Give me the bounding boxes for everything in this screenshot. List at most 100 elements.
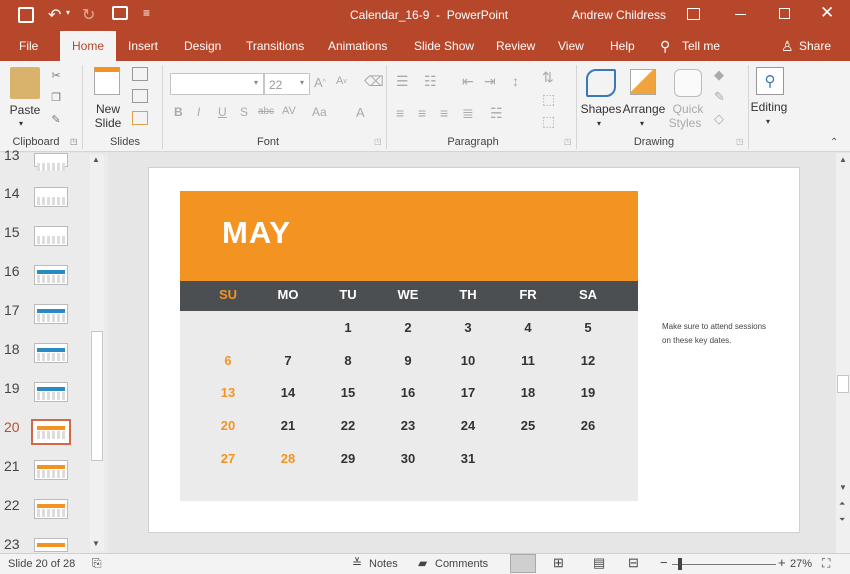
- shapes-label[interactable]: Shapes: [580, 102, 622, 116]
- underline-icon[interactable]: U: [218, 105, 227, 119]
- bullets-icon[interactable]: ☰: [396, 73, 409, 90]
- scroll-down-icon[interactable]: ▼: [92, 539, 100, 548]
- customize-toolbar-icon[interactable]: ≡: [143, 6, 150, 20]
- align-center-icon[interactable]: ≡: [418, 105, 426, 121]
- zoom-in-icon[interactable]: +: [778, 555, 786, 570]
- zoom-slider-thumb[interactable]: [678, 558, 682, 570]
- tab-file[interactable]: File: [19, 31, 38, 61]
- editing-label[interactable]: Editing: [748, 100, 790, 114]
- quick-styles-icon[interactable]: [674, 69, 702, 97]
- slide-thumbnail[interactable]: [34, 153, 68, 171]
- undo-dropdown-icon[interactable]: ▾: [66, 8, 70, 17]
- minimize-button[interactable]: [735, 14, 746, 15]
- shapes-icon[interactable]: [586, 69, 616, 97]
- slide-thumbnail[interactable]: [34, 265, 68, 285]
- calendar-note[interactable]: Make sure to attend sessions on these ke…: [662, 320, 782, 348]
- tab-transitions[interactable]: Transitions: [246, 31, 304, 61]
- justify-icon[interactable]: ≣: [462, 105, 474, 122]
- scroll-thumb[interactable]: [91, 331, 103, 461]
- editing-dropdown-icon[interactable]: ▾: [766, 115, 770, 129]
- slideshow-icon[interactable]: ⊟: [628, 555, 639, 571]
- comments-icon[interactable]: ▰: [418, 556, 427, 570]
- thumbnail-scrollbar[interactable]: ▲ ▼: [90, 155, 104, 551]
- presentation-icon[interactable]: [112, 6, 128, 20]
- decrease-indent-icon[interactable]: ⇤: [462, 73, 474, 90]
- tell-me-box[interactable]: Tell me: [682, 31, 720, 61]
- font-name-dropdown-icon[interactable]: ▾: [254, 78, 258, 87]
- tab-design[interactable]: Design: [184, 31, 221, 61]
- quick-styles-label-1[interactable]: Quick: [670, 102, 706, 116]
- zoom-slider-track[interactable]: [672, 564, 776, 565]
- font-size-dropdown-icon[interactable]: ▾: [300, 78, 304, 87]
- zoom-out-icon[interactable]: −: [660, 555, 668, 570]
- paragraph-launcher-icon[interactable]: ◳: [564, 137, 572, 146]
- quick-styles-label-2[interactable]: Styles: [666, 116, 704, 130]
- scroll-thumb[interactable]: [837, 375, 849, 393]
- new-slide-label-2[interactable]: Slide: [88, 116, 128, 130]
- person-icon[interactable]: ♙: [781, 31, 794, 61]
- copy-icon[interactable]: ❐: [48, 89, 64, 105]
- increase-indent-icon[interactable]: ⇥: [484, 73, 496, 90]
- normal-view-icon[interactable]: [510, 554, 536, 573]
- font-color-icon[interactable]: A: [356, 105, 365, 120]
- reading-view-icon[interactable]: ▤: [593, 555, 605, 571]
- section-icon[interactable]: [132, 111, 148, 125]
- decrease-font-icon[interactable]: Av: [336, 75, 347, 87]
- notes-icon[interactable]: ≚: [352, 556, 362, 570]
- font-name-box[interactable]: [170, 73, 264, 95]
- shape-fill-icon[interactable]: ◆: [714, 67, 724, 83]
- next-slide-icon[interactable]: ⏷: [839, 515, 845, 525]
- format-painter-icon[interactable]: ✎: [48, 111, 64, 127]
- slide-thumbnail[interactable]: [34, 187, 68, 207]
- spellcheck-icon[interactable]: ⎘: [92, 556, 102, 571]
- slide-thumbnail[interactable]: [34, 382, 68, 402]
- tab-review[interactable]: Review: [496, 31, 535, 61]
- search-icon[interactable]: ⚲: [660, 31, 670, 61]
- paste-label[interactable]: Paste: [8, 103, 42, 117]
- tab-home[interactable]: Home: [60, 31, 116, 61]
- collapse-ribbon-icon[interactable]: ⌃: [830, 137, 838, 148]
- bold-icon[interactable]: B: [174, 105, 183, 119]
- maximize-button[interactable]: [779, 8, 790, 19]
- fit-to-window-icon[interactable]: ⛶: [822, 556, 830, 571]
- cut-icon[interactable]: ✂: [48, 67, 64, 83]
- character-spacing-icon[interactable]: AV: [282, 105, 296, 117]
- italic-icon[interactable]: I: [197, 105, 200, 119]
- find-icon[interactable]: ⚲: [756, 67, 784, 95]
- undo-icon[interactable]: ↶: [48, 5, 61, 25]
- tab-insert[interactable]: Insert: [128, 31, 158, 61]
- user-name[interactable]: Andrew Childress: [572, 8, 666, 22]
- arrange-label[interactable]: Arrange: [622, 102, 666, 116]
- arrange-icon[interactable]: [630, 69, 656, 95]
- align-right-icon[interactable]: ≡: [440, 105, 448, 121]
- clipboard-launcher-icon[interactable]: ◳: [70, 137, 78, 146]
- slide-scrollbar[interactable]: ▲ ▼ ⏶ ⏷: [836, 153, 850, 553]
- shape-effects-icon[interactable]: ◇: [714, 111, 724, 127]
- notes-button[interactable]: Notes: [369, 558, 398, 570]
- align-left-icon[interactable]: ≡: [396, 105, 404, 121]
- layout-icon[interactable]: [132, 67, 148, 81]
- slide-thumbnail[interactable]: [34, 538, 68, 552]
- scroll-up-icon[interactable]: ▲: [92, 155, 100, 164]
- previous-slide-icon[interactable]: ⏶: [839, 499, 845, 509]
- arrange-dropdown-icon[interactable]: ▾: [640, 117, 644, 131]
- slide-thumbnail-selected[interactable]: [31, 419, 71, 445]
- reset-icon[interactable]: [132, 89, 148, 103]
- shape-outline-icon[interactable]: ✎: [714, 89, 725, 105]
- close-button[interactable]: ✕: [820, 3, 834, 23]
- new-slide-icon[interactable]: [94, 67, 120, 95]
- share-button[interactable]: Share: [799, 31, 831, 61]
- clear-formatting-icon[interactable]: ⌫: [364, 73, 384, 90]
- calendar-grid[interactable]: [180, 311, 638, 501]
- increase-font-icon[interactable]: A ^: [314, 75, 326, 90]
- calendar-month[interactable]: MAY: [222, 215, 291, 251]
- change-case-icon[interactable]: Aa: [312, 105, 327, 119]
- scroll-up-icon[interactable]: ▲: [839, 155, 847, 164]
- tab-slide-show[interactable]: Slide Show: [414, 31, 474, 61]
- tab-animations[interactable]: Animations: [328, 31, 387, 61]
- scroll-down-icon[interactable]: ▼: [839, 483, 847, 492]
- tab-view[interactable]: View: [558, 31, 584, 61]
- strikethrough-icon[interactable]: abc: [258, 106, 274, 117]
- text-direction-icon[interactable]: ⇅: [542, 69, 554, 86]
- drawing-launcher-icon[interactable]: ◳: [736, 137, 744, 146]
